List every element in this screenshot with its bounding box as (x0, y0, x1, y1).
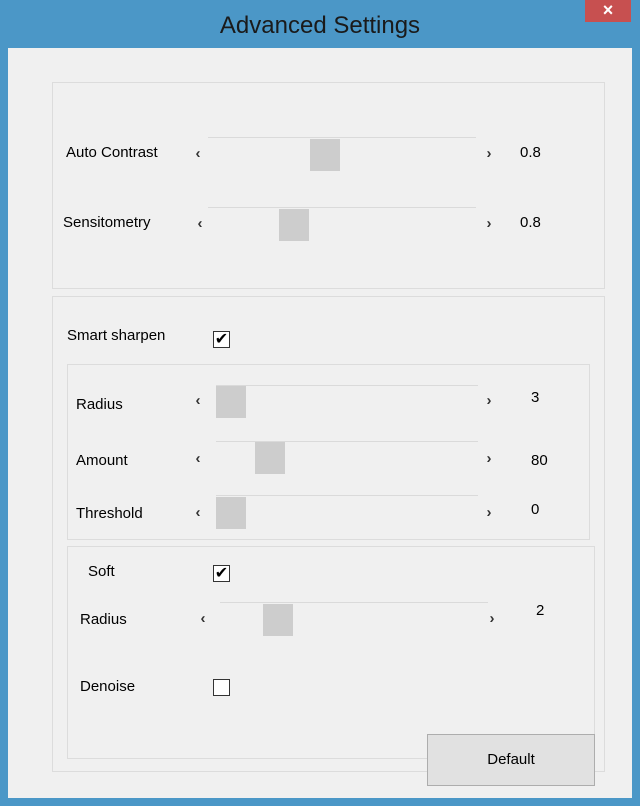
window-title: Advanced Settings (219, 12, 421, 39)
smart-sharpen-label: Smart sharpen (67, 327, 166, 344)
soft-radius-left-arrow[interactable]: ‹ (196, 609, 210, 629)
radius-left-arrow[interactable]: ‹ (191, 391, 205, 411)
denoise-checkbox[interactable] (213, 679, 230, 696)
title-bar: Advanced Settings × (0, 0, 640, 48)
amount-left-arrow[interactable]: ‹ (191, 449, 205, 469)
soft-radius-value: 2 (536, 602, 545, 619)
denoise-label: Denoise (80, 678, 136, 695)
soft-radius-thumb[interactable] (262, 604, 293, 636)
auto-contrast-value: 0.8 (520, 144, 541, 161)
threshold-track (216, 495, 478, 496)
radius-value: 3 (531, 389, 540, 406)
threshold-label: Threshold (76, 505, 143, 522)
sensitometry-right-arrow[interactable]: › (482, 214, 496, 234)
sensitometry-label: Sensitometry (63, 214, 151, 231)
threshold-value: 0 (531, 501, 540, 518)
threshold-left-arrow[interactable]: ‹ (191, 503, 205, 523)
soft-radius-track (220, 602, 488, 603)
auto-contrast-thumb[interactable] (310, 139, 341, 171)
amount-value: 80 (531, 452, 548, 469)
soft-group (67, 546, 595, 759)
contrast-group (52, 82, 605, 289)
sharpen-params-group (67, 364, 590, 540)
auto-contrast-track (208, 137, 476, 138)
client-area: Auto Contrast ‹ › 0.8 Sensitometry ‹ › 0… (8, 48, 632, 798)
radius-track (216, 385, 478, 386)
close-button[interactable]: × (585, 0, 631, 22)
threshold-right-arrow[interactable]: › (482, 503, 496, 523)
default-button[interactable]: Default (427, 734, 595, 786)
sensitometry-left-arrow[interactable]: ‹ (193, 214, 207, 234)
auto-contrast-left-arrow[interactable]: ‹ (191, 144, 205, 164)
sensitometry-track (208, 207, 476, 208)
amount-right-arrow[interactable]: › (482, 449, 496, 469)
sensitometry-thumb[interactable] (279, 209, 310, 241)
soft-label: Soft (88, 563, 115, 580)
auto-contrast-label: Auto Contrast (66, 144, 158, 161)
smart-sharpen-checkbox[interactable]: ✔ (213, 331, 230, 348)
amount-label: Amount (76, 452, 128, 469)
sensitometry-value: 0.8 (520, 214, 541, 231)
soft-radius-label: Radius (80, 611, 127, 628)
threshold-thumb[interactable] (216, 497, 246, 529)
soft-checkbox[interactable]: ✔ (213, 565, 230, 582)
radius-label: Radius (76, 396, 123, 413)
amount-thumb[interactable] (255, 442, 286, 474)
auto-contrast-right-arrow[interactable]: › (482, 144, 496, 164)
radius-right-arrow[interactable]: › (482, 391, 496, 411)
soft-radius-right-arrow[interactable]: › (485, 609, 499, 629)
radius-thumb[interactable] (216, 386, 246, 418)
